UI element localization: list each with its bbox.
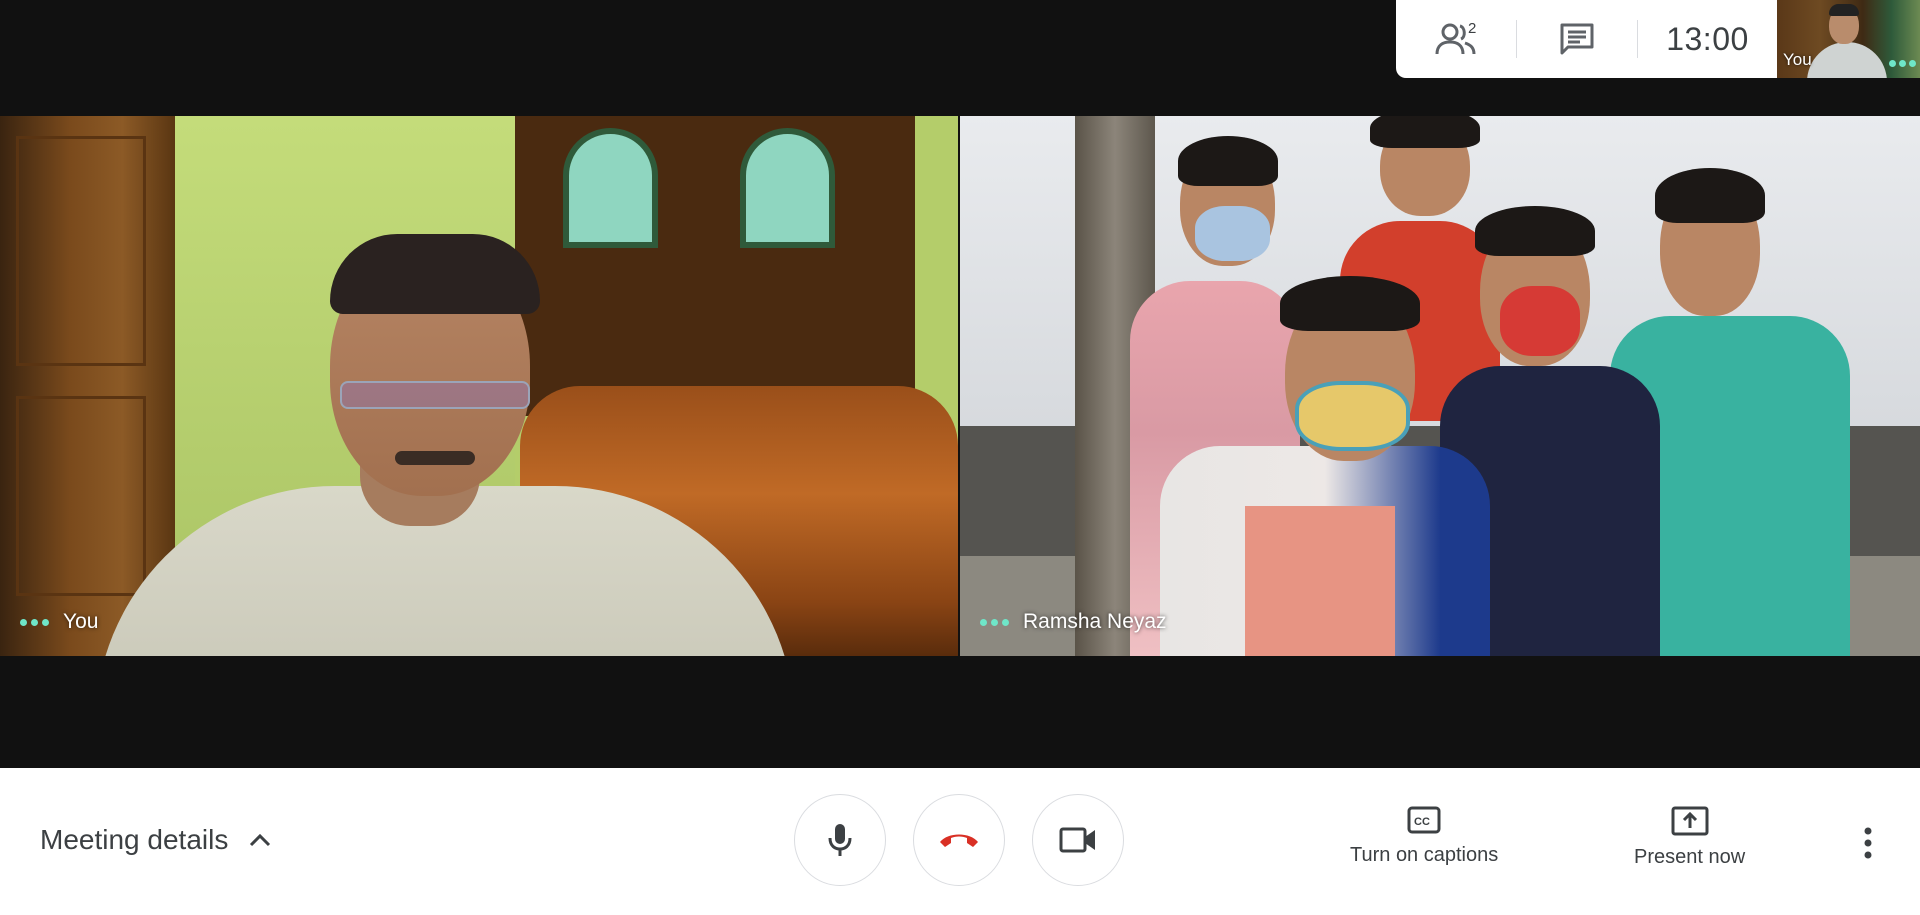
- microphone-icon: [828, 824, 852, 856]
- present-now-button[interactable]: Present now: [1634, 806, 1745, 869]
- participant-count-badge: 2: [1468, 20, 1477, 37]
- participant-name: You: [63, 610, 99, 633]
- video-stage: 2 13:00 You You Ramsha Neyaz: [0, 0, 1920, 768]
- video-feed: [960, 116, 1920, 656]
- primary-call-controls: [794, 794, 1124, 886]
- captions-button[interactable]: CC Turn on captions: [1350, 806, 1498, 867]
- meeting-clock: 13:00: [1666, 20, 1749, 57]
- closed-captions-icon: CC: [1407, 806, 1441, 834]
- more-options-button[interactable]: [1848, 818, 1888, 868]
- phone-hangup-icon: [940, 834, 978, 847]
- video-tile-ramsha-neyaz[interactable]: Ramsha Neyaz: [960, 116, 1920, 656]
- chevron-up-icon: [250, 833, 271, 847]
- call-controls-bar: Meeting details CC Turn on captions Pres…: [0, 768, 1920, 915]
- speaking-indicator: [1889, 60, 1916, 67]
- leave-call-button[interactable]: [913, 794, 1005, 886]
- camera-toggle-button[interactable]: [1032, 794, 1124, 886]
- participant-name-label: You: [20, 610, 98, 634]
- speaking-indicator: [980, 618, 1009, 626]
- present-label: Present now: [1634, 846, 1746, 868]
- participant-name-label: Ramsha Neyaz: [980, 610, 1167, 634]
- meeting-details-button[interactable]: Meeting details: [40, 824, 272, 856]
- meeting-info-panel: 2 13:00: [1396, 0, 1777, 78]
- participants-button[interactable]: 2: [1396, 0, 1516, 78]
- more-vertical-icon: [1864, 827, 1872, 859]
- self-view-thumbnail[interactable]: You: [1777, 0, 1920, 78]
- present-screen-icon: [1671, 806, 1709, 836]
- speaking-indicator: [20, 618, 49, 626]
- video-camera-icon: [1059, 827, 1095, 853]
- meeting-details-label: Meeting details: [40, 824, 229, 855]
- self-thumb-shirt: [1807, 42, 1887, 78]
- svg-text:CC: CC: [1414, 816, 1430, 828]
- chat-icon: [1560, 23, 1594, 55]
- self-view-label: You: [1783, 50, 1812, 69]
- self-thumb-hair: [1829, 4, 1859, 16]
- microphone-toggle-button[interactable]: [794, 794, 886, 886]
- captions-label: Turn on captions: [1350, 844, 1499, 866]
- video-feed: [0, 116, 958, 656]
- chat-button[interactable]: [1517, 0, 1637, 78]
- participant-name: Ramsha Neyaz: [1023, 610, 1167, 633]
- video-tile-you[interactable]: You: [0, 116, 958, 656]
